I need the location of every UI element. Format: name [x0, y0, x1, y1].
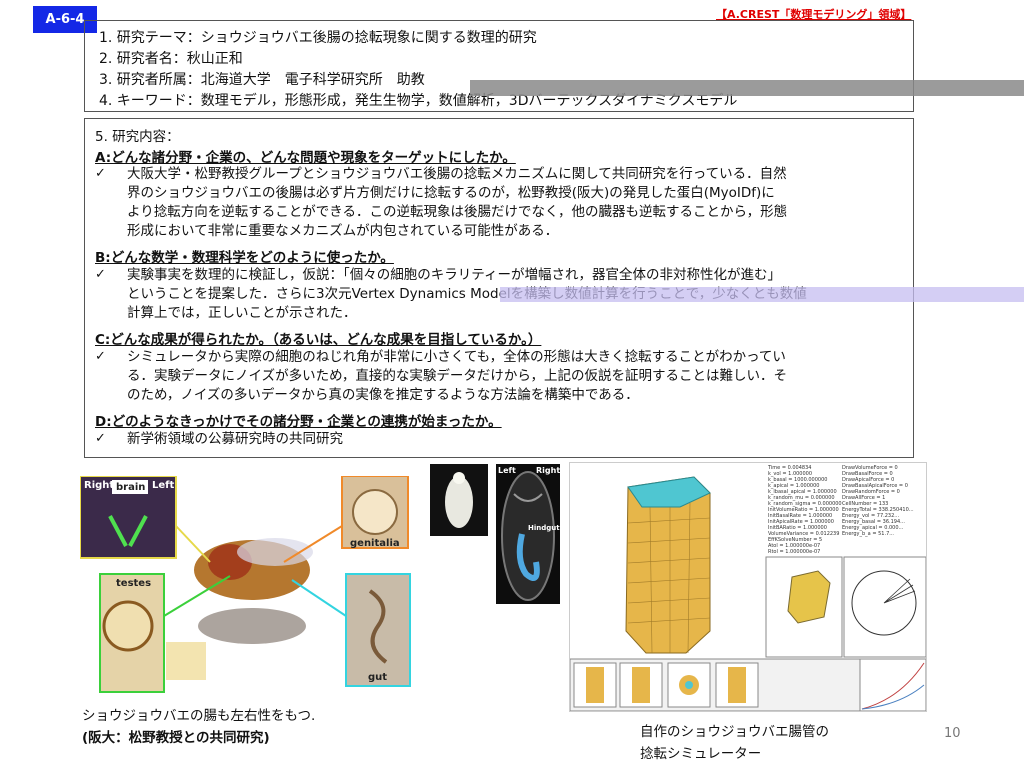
embryo-label-hindgut: Hindgut	[528, 524, 560, 532]
render-artifact-bar	[470, 80, 1024, 96]
embryo-label-right: Right	[536, 466, 560, 475]
figure-right-caption-1: 自作のショウジョウバエ腸管の	[640, 724, 829, 740]
section-a-line-4: 形成において非常に重要なメカニズムが内包されている可能性がある．	[127, 223, 559, 239]
label-left: Left	[152, 480, 175, 491]
section-d-heading: D:どのようなきっかけでその諸分野・企業との連携が始まったか。	[95, 414, 502, 430]
figure-left-caption-2: (阪大：松野教授との共同研究)	[82, 730, 270, 746]
checkmark-icon: ✓	[95, 166, 106, 181]
larva-graphic	[445, 472, 473, 528]
embryo-label-left: Left	[498, 466, 516, 475]
label-brain: brain	[116, 482, 146, 493]
section-a-line-1: 大阪大学・松野教授グループとショウジョウバエ後腸の捻転メカニズムに関して共同研究…	[127, 166, 787, 182]
content-title: 5. 研究内容：	[95, 129, 180, 145]
figure-left-caption-1: ショウジョウバエの腸も左右性をもつ.	[82, 708, 316, 724]
label-right: Right	[84, 480, 115, 491]
simulator-params-left: Time = 0.004834 k_vol = 1.000000 k_basal…	[768, 465, 842, 555]
section-b-line-1: 実験事実を数理的に検証し，仮説：「個々の細胞のキラリティーが増幅され，器官全体の…	[127, 267, 781, 283]
section-a-heading: A:どんな諸分野・企業の、どんな問題や現象をターゲットにしたか。	[95, 150, 516, 166]
section-c-line-3: のため，ノイズの多いデータから真の実像を推定するような方法論を構築中である．	[127, 387, 639, 403]
drosophila-figure: Right brain Left genitalia testes gut	[80, 476, 420, 694]
label-testes: testes	[116, 578, 152, 589]
page-number: 10	[944, 726, 961, 741]
section-b-line-3: 計算上では，正しいことが示された．	[127, 305, 357, 321]
section-d-line-1: 新学術領域の公募研究時の共同研究	[127, 431, 343, 447]
render-artifact-bar	[500, 287, 1024, 302]
gut-simulator-screenshot: Time = 0.004834 k_vol = 1.000000 k_basal…	[569, 462, 927, 712]
section-c-line-2: る．実験データにノイズが多いため，直接的な実験データだけから，上記の仮説を証明す…	[127, 368, 788, 384]
larva-image	[430, 464, 488, 536]
section-b-heading: B:どんな数学・数理科学をどのように使ったか。	[95, 250, 394, 266]
checkmark-icon: ✓	[95, 267, 106, 282]
section-a-line-2: 界のショウジョウバエの後腸は必ず片方側だけに捻転するのが，松野教授(阪大)の発見…	[127, 185, 775, 201]
embryo-image: Left Right Hindgut	[496, 464, 560, 604]
checkmark-icon: ✓	[95, 349, 106, 364]
summary-box: 1. 研究テーマ：ショウジョウバエ後腸の捻転現象に関する数理的研究 2. 研究者…	[84, 20, 914, 112]
figure-right-caption-2: 捻転シミュレーター	[640, 746, 762, 762]
summary-line-name: 2. 研究者名：秋山正和	[99, 51, 243, 67]
simulator-params-right: DrawVolumeForce = 0 DrawBasalForce = 0 D…	[842, 465, 914, 537]
label-genitalia: genitalia	[350, 538, 400, 549]
label-gut: gut	[368, 672, 388, 683]
section-c-line-1: シミュレータから実際の細胞のねじれ角が非常に小さくても，全体の形態は大きく捻転す…	[127, 349, 786, 365]
checkmark-icon: ✓	[95, 431, 106, 446]
summary-line-theme: 1. 研究テーマ：ショウジョウバエ後腸の捻転現象に関する数理的研究	[99, 30, 537, 46]
summary-line-affiliation: 3. 研究者所属：北海道大学 電子科学研究所 助教	[99, 72, 425, 88]
section-c-heading: C:どんな成果が得られたか。（あるいは、どんな成果を目指しているか。）	[95, 332, 542, 348]
embryo-graphic	[501, 471, 555, 601]
section-a-line-3: より捻転方向を逆転することができる．この逆転現象は後腸だけでなく，他の臓器も逆転…	[127, 204, 788, 220]
